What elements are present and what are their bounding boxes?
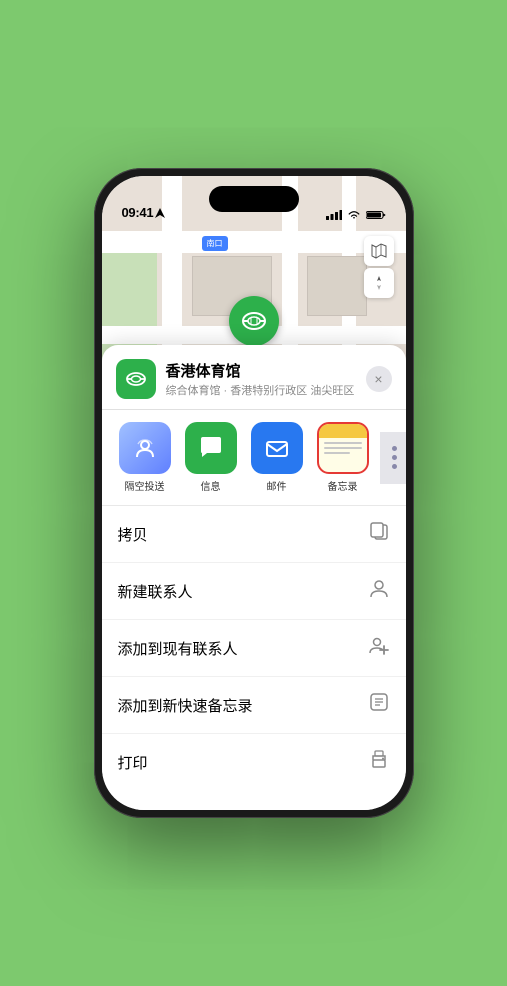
menu-item-new-contact[interactable]: 新建联系人: [102, 563, 406, 620]
airdrop-icon-wrap: [119, 422, 171, 474]
venue-icon: [116, 359, 156, 399]
airdrop-icon: [132, 435, 158, 461]
menu-add-existing-label: 添加到现有联系人: [118, 638, 238, 659]
dynamic-island: [209, 186, 299, 212]
map-controls: [364, 236, 394, 298]
mail-icon-wrap: [251, 422, 303, 474]
venue-info: 香港体育馆 综合体育馆 · 香港特别行政区 油尖旺区: [166, 360, 356, 398]
share-item-messages[interactable]: 信息: [182, 422, 240, 493]
menu-item-print[interactable]: 打印: [102, 734, 406, 790]
quick-note-icon: [368, 691, 390, 719]
status-icons: [326, 210, 386, 220]
phone-frame: 09:41: [94, 168, 414, 818]
sheet-header: 香港体育馆 综合体育馆 · 香港特别行政区 油尖旺区 ×: [102, 345, 406, 410]
pin-circle: [229, 296, 279, 346]
gate-label: 南口: [202, 236, 228, 251]
mail-label: 邮件: [267, 478, 287, 493]
menu-item-add-existing[interactable]: 添加到现有联系人: [102, 620, 406, 677]
menu-item-copy[interactable]: 拷贝: [102, 506, 406, 563]
wifi-icon: [347, 210, 361, 220]
location-arrow-icon: [155, 208, 165, 218]
share-item-airdrop[interactable]: 隔空投送: [116, 422, 174, 493]
copy-icon: [368, 520, 390, 548]
map-building-2: [307, 256, 367, 316]
menu-print-label: 打印: [118, 752, 148, 773]
menu-list: 拷贝 新建联系人: [102, 506, 406, 790]
menu-new-contact-label: 新建联系人: [118, 581, 193, 602]
new-contact-icon: [368, 577, 390, 605]
notes-icon-wrap: [317, 422, 369, 474]
add-existing-icon: [368, 634, 390, 662]
bottom-sheet: 香港体育馆 综合体育馆 · 香港特别行政区 油尖旺区 ×: [102, 345, 406, 810]
phone-screen: 09:41: [102, 176, 406, 810]
share-item-notes[interactable]: 备忘录: [314, 422, 372, 493]
map-type-button[interactable]: [364, 236, 394, 266]
messages-icon-wrap: [185, 422, 237, 474]
share-item-mail[interactable]: 邮件: [248, 422, 306, 493]
messages-icon: [198, 435, 224, 461]
share-row: 隔空投送 信息: [102, 410, 406, 506]
signal-icon: [326, 210, 342, 220]
location-button[interactable]: [364, 268, 394, 298]
map-type-icon: [371, 243, 387, 259]
airdrop-label: 隔空投送: [125, 478, 165, 493]
notes-label: 备忘录: [328, 478, 358, 493]
compass-icon: [372, 276, 386, 290]
menu-quick-note-label: 添加到新快速备忘录: [118, 695, 253, 716]
menu-item-quick-note[interactable]: 添加到新快速备忘录: [102, 677, 406, 734]
share-item-more[interactable]: [380, 432, 406, 484]
status-time: 09:41: [122, 205, 154, 220]
battery-icon: [366, 210, 386, 220]
mail-icon: [264, 435, 290, 461]
map-road-h1: [102, 231, 406, 253]
venue-description: 综合体育馆 · 香港特别行政区 油尖旺区: [166, 382, 356, 398]
stadium-icon: [240, 307, 268, 335]
venue-name: 香港体育馆: [166, 360, 356, 381]
print-icon: [368, 748, 390, 776]
close-button[interactable]: ×: [366, 366, 392, 392]
venue-stadium-icon: [124, 367, 148, 391]
menu-copy-label: 拷贝: [118, 524, 148, 545]
messages-label: 信息: [201, 478, 221, 493]
